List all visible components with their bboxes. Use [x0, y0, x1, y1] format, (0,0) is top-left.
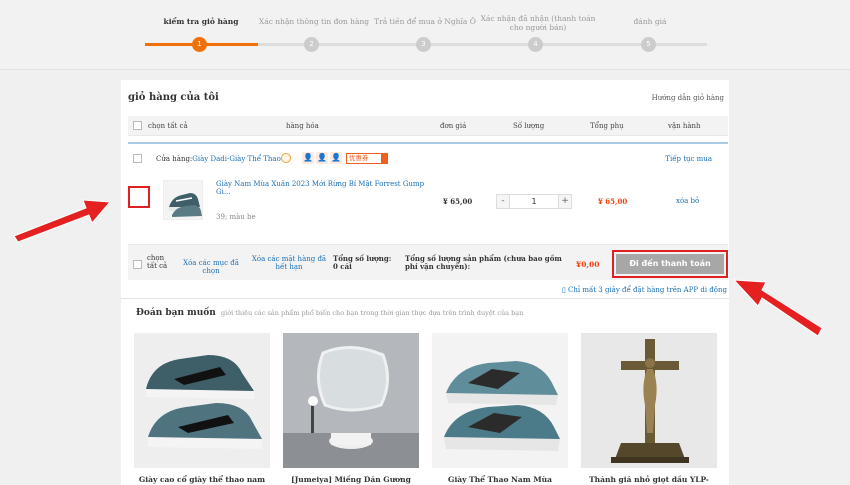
coupon-button[interactable]: 优惠券 [346, 153, 388, 164]
product-card-name[interactable]: Thánh giá nhỏ giọt dầu YLP- [581, 475, 717, 484]
header-select-all: chọn tất cả [148, 122, 188, 130]
footer-select-all-label: chọn tất cả [147, 254, 168, 270]
product-card-name[interactable]: Giày cao cổ giày thể thao nam [134, 475, 270, 484]
app-note-text: Chỉ mất 3 giây để đặt hàng trên APP di đ… [567, 286, 727, 294]
qq-icon[interactable]: 👤 [302, 152, 314, 164]
cart-footer: chọn tất cả Xóa các mục đã chọn Xóa các … [128, 244, 728, 280]
shop-link[interactable]: Giày Dadi-Giày Thể Thao [192, 155, 281, 163]
product-unit-price: ¥ 65,00 [443, 197, 473, 206]
header-quantity: Số lượng [513, 122, 545, 130]
coupon-label: 优惠券 [349, 154, 369, 162]
delete-item-link[interactable]: xóa bỏ [676, 197, 699, 205]
step-dot-2: 2 [304, 37, 319, 52]
product-image[interactable] [283, 333, 419, 468]
checkout-steps: kiểm tra giỏ hàng Xác nhận thông tin đơn… [145, 12, 715, 62]
product-name-link[interactable]: Giày Nam Mùa Xuân 2023 Mới Rừng Bí Mật F… [216, 180, 426, 196]
product-subtotal: ¥ 65,00 [598, 197, 628, 206]
footer-select-all-checkbox[interactable] [133, 260, 142, 269]
progress-header: kiểm tra giỏ hàng Xác nhận thông tin đơn… [0, 0, 850, 70]
decrease-qty-button[interactable]: - [497, 195, 510, 208]
product-card[interactable]: Thánh giá nhỏ giọt dầu YLP- [581, 333, 717, 485]
shop-group: Cửa hàng:Giày Dadi-Giày Thể Thao 👤 👤 👤 优… [128, 142, 728, 237]
continue-shopping-link[interactable]: Tiếp tục mua [665, 155, 712, 163]
product-variant: 39; màu be [216, 213, 256, 221]
step-label-1: kiểm tra giỏ hàng [163, 17, 239, 26]
product-thumbnail[interactable] [163, 180, 203, 220]
recommendations-subtitle: giới thiệu các sản phẩm phổ biến cho bạn… [221, 309, 524, 317]
product-card-name[interactable]: Giày Thể Thao Nam Mùa [432, 475, 568, 484]
shop-prefix: Cửa hàng: [156, 155, 193, 163]
total-label: Tổng số lượng sản phẩm (chưa bao gồm phí… [405, 254, 562, 271]
product-image[interactable] [134, 333, 270, 468]
product-card-name[interactable]: [Jumeiya] Miếng Dán Gương [283, 475, 419, 484]
select-all-checkbox[interactable] [133, 121, 142, 130]
step-label-3: Trả tiền để mua ở Nghĩa Ô [374, 17, 476, 26]
step-dot-5: 5 [641, 37, 656, 52]
delete-selected-link[interactable]: Xóa các mục đã chọn [177, 259, 245, 275]
step-label-5: đánh giá [633, 17, 667, 26]
app-note-link[interactable]: ▯ Chỉ mất 3 giây để đặt hàng trên APP di… [562, 286, 727, 294]
product-card[interactable]: Giày cao cổ giày thể thao nam [134, 333, 270, 485]
chat-icon[interactable] [281, 153, 291, 163]
total-value: ¥0,00 [576, 260, 600, 269]
step-dot-1: 1 [192, 37, 207, 52]
recommendations-title: Đoán bạn muốn [136, 308, 216, 318]
product-image[interactable] [432, 333, 568, 468]
quantity-stepper: - 1 + [496, 194, 572, 209]
annotation-arrow-left [13, 199, 112, 243]
cart-panel: giỏ hàng của tôi Hướng dẫn giỏ hàng chọn… [121, 80, 729, 485]
chevron-down-icon [381, 154, 387, 163]
checkout-highlight: Đi đến thanh toán [612, 250, 728, 278]
product-image[interactable] [581, 333, 717, 468]
shop-checkbox[interactable] [133, 154, 142, 163]
step-dot-3: 3 [416, 37, 431, 52]
checkout-button[interactable]: Đi đến thanh toán [616, 254, 724, 274]
total-quantity: Tổng số lượng: 0 cái [333, 254, 392, 271]
annotation-box [128, 186, 150, 208]
increase-qty-button[interactable]: + [558, 195, 571, 208]
shop-name: Cửa hàng:Giày Dadi-Giày Thể Thao [156, 155, 281, 163]
page-title: giỏ hàng của tôi [128, 92, 219, 103]
qq-icon[interactable]: 👤 [330, 152, 342, 164]
header-item: hàng hóa [286, 122, 319, 130]
recommendations-section: Đoán bạn muốn giới thiệu các sản phẩm ph… [121, 298, 729, 485]
cart-table-header: chọn tất cả hàng hóa đơn giá Số lượng Tổ… [128, 116, 728, 136]
quantity-input[interactable]: 1 [511, 195, 557, 208]
header-unit-price: đơn giá [440, 122, 467, 130]
header-operation: vận hành [668, 122, 701, 130]
step-label-4: Xác nhận đã nhận (thanh toán cho người b… [480, 14, 596, 32]
step-dot-4: 4 [528, 37, 543, 52]
product-card[interactable]: Giày Thể Thao Nam Mùa [432, 333, 568, 485]
qq-icon[interactable]: 👤 [316, 152, 328, 164]
product-card[interactable]: [Jumeiya] Miếng Dán Gương [283, 333, 419, 485]
annotation-arrow-right [732, 279, 823, 337]
header-subtotal: Tổng phụ [590, 122, 624, 130]
delete-sold-out-link[interactable]: Xóa các mặt hàng đã hết hạn [248, 255, 330, 271]
cart-guide-link[interactable]: Hướng dẫn giỏ hàng [652, 94, 724, 102]
shop-row: Cửa hàng:Giày Dadi-Giày Thể Thao 👤 👤 👤 优… [128, 152, 728, 166]
